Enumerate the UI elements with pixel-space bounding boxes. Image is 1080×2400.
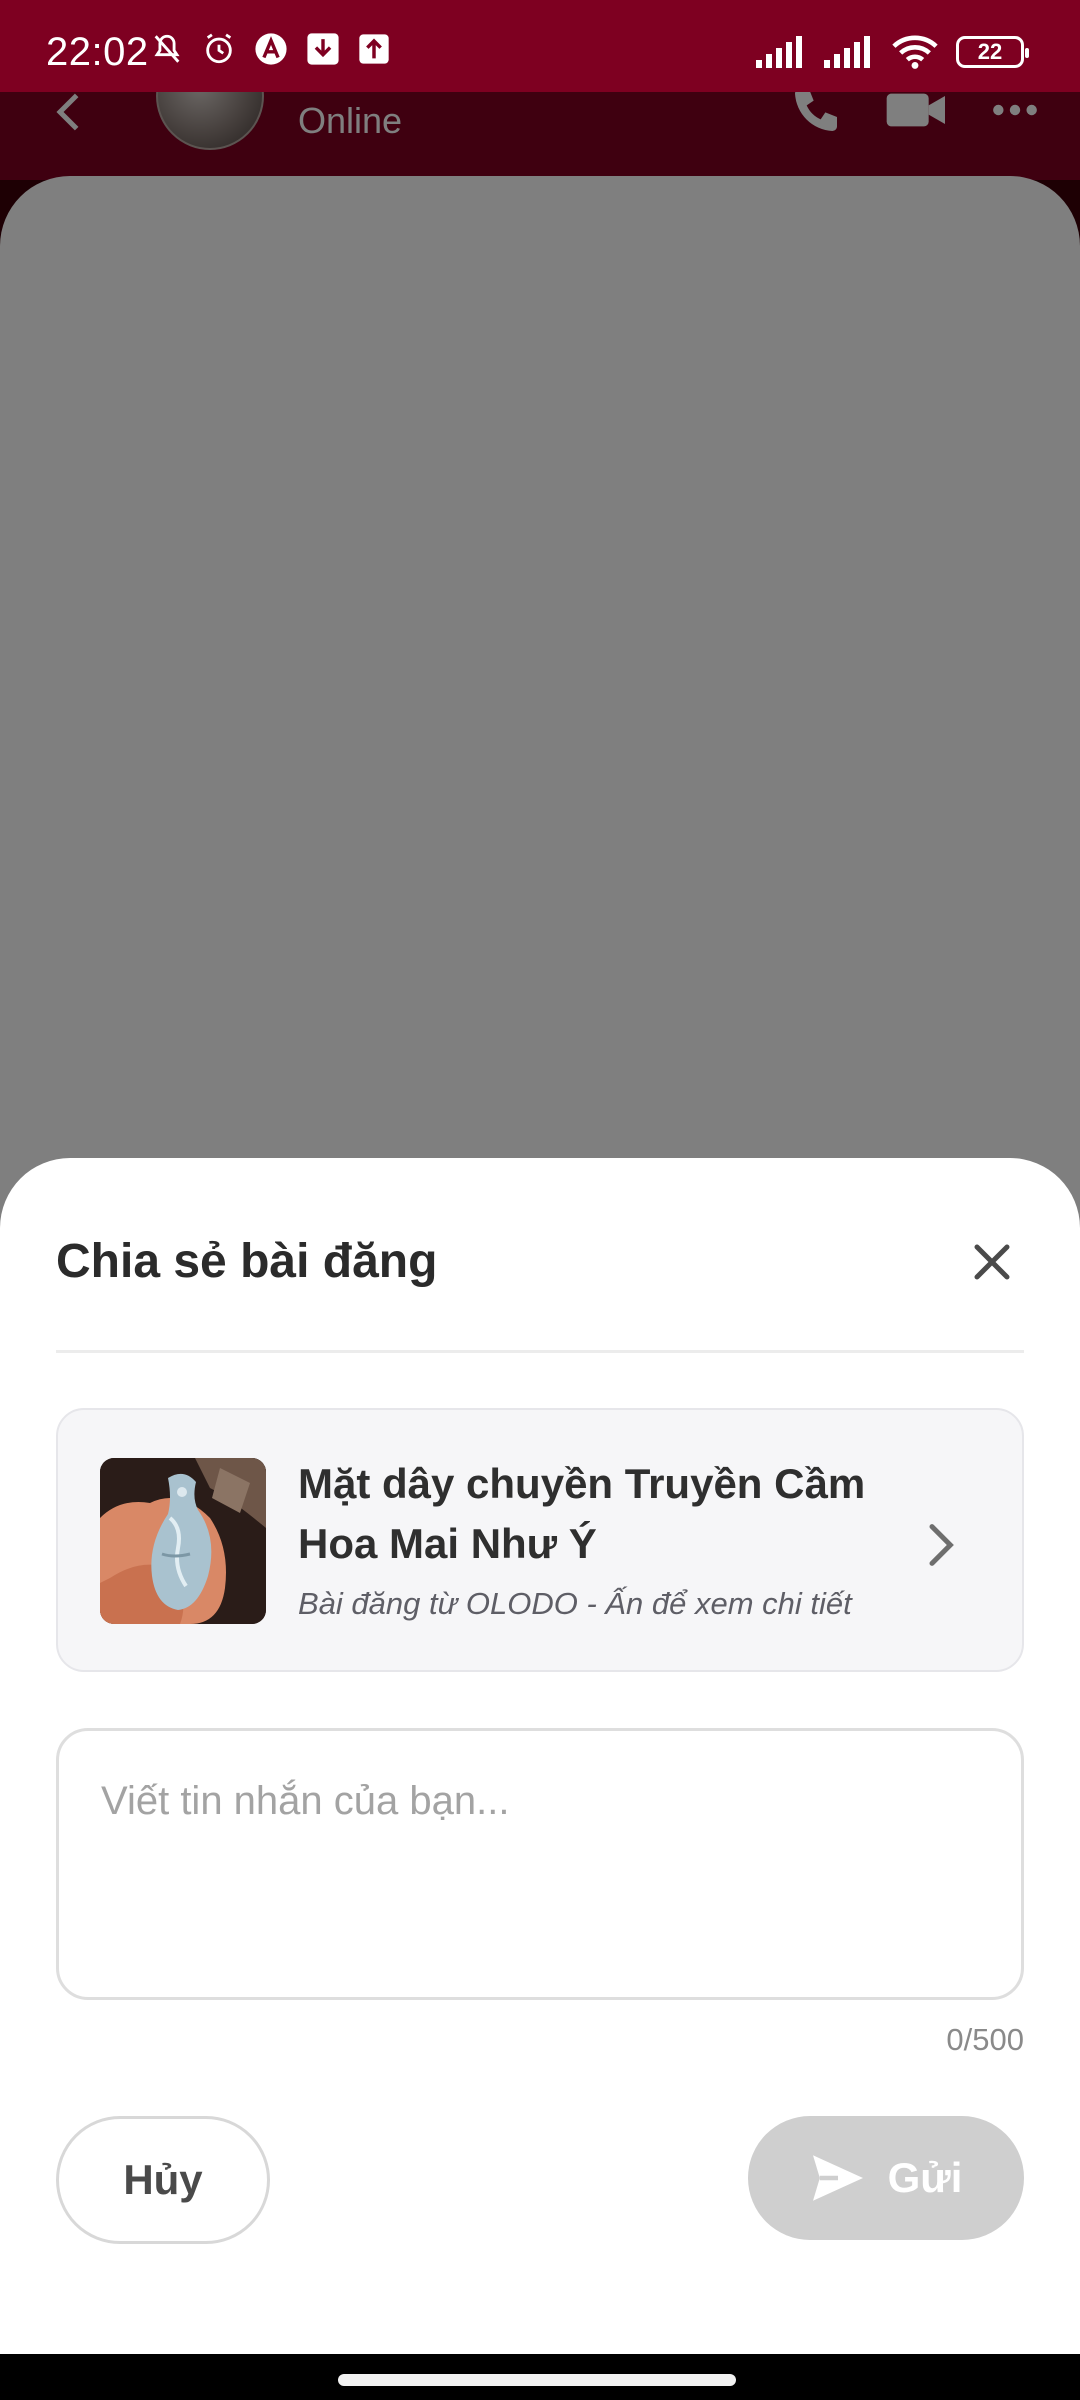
app-a-icon bbox=[255, 33, 287, 65]
post-thumbnail bbox=[100, 1458, 266, 1624]
close-icon bbox=[974, 1244, 1010, 1280]
upload-icon bbox=[359, 34, 389, 64]
post-subtitle: Bài đăng từ OLODO - Ấn để xem chi tiết bbox=[298, 1586, 852, 1621]
alarm-icon bbox=[206, 33, 232, 64]
signal-2-icon bbox=[824, 36, 870, 68]
battery-icon: 22 bbox=[956, 36, 1029, 68]
battery-level: 22 bbox=[977, 39, 1003, 64]
status-icons-left bbox=[150, 32, 390, 66]
message-input[interactable] bbox=[59, 1731, 1021, 1997]
home-indicator[interactable] bbox=[338, 2374, 736, 2386]
status-time: 22:02 bbox=[46, 30, 149, 74]
chevron-right-icon bbox=[929, 1524, 954, 1566]
bell-off-icon bbox=[154, 34, 180, 63]
divider bbox=[56, 1350, 1024, 1353]
cancel-button[interactable]: Hủy bbox=[56, 2116, 270, 2244]
post-title: Mặt dây chuyền Truyền Cầm Hoa Mai Như Ý bbox=[298, 1460, 866, 1567]
send-button[interactable]: Gửi bbox=[748, 2116, 1024, 2240]
app-download-icon bbox=[307, 33, 339, 65]
status-bar: 22:02 22 bbox=[0, 0, 1080, 92]
send-button-label: Gửi bbox=[887, 2154, 963, 2201]
shared-post-card[interactable]: Mặt dây chuyền Truyền Cầm Hoa Mai Như Ý … bbox=[56, 1408, 1024, 1672]
signal-1-icon bbox=[756, 36, 802, 68]
screen: 22:02 22 Chia sẻ bài đăng Mặt dây chuyền… bbox=[0, 0, 1080, 2400]
send-icon bbox=[812, 2155, 863, 2201]
message-field-container bbox=[56, 1728, 1024, 2000]
cancel-button-label: Hủy bbox=[123, 2156, 203, 2203]
close-button[interactable] bbox=[964, 1234, 1020, 1290]
wifi-icon bbox=[892, 35, 938, 69]
system-nav-bar bbox=[0, 2354, 1080, 2400]
status-icons-right: 22 bbox=[756, 34, 1029, 70]
sheet-title: Chia sẻ bài đăng bbox=[56, 1235, 438, 1288]
share-post-sheet: Chia sẻ bài đăng Mặt dây chuyền Truyền C… bbox=[0, 1158, 1080, 2354]
char-counter: 0/500 bbox=[946, 2022, 1024, 2057]
